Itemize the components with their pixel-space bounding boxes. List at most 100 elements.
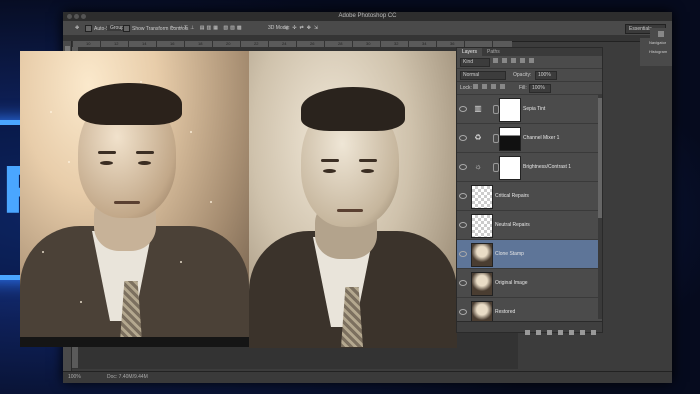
fill-input[interactable]: 100% (529, 84, 551, 93)
mouth (114, 201, 140, 204)
lock-row: Lock: Fill: 100% (457, 82, 602, 95)
adjustment-filter-icon (502, 58, 507, 63)
blend-row: Normal Opacity: 100% (457, 69, 602, 82)
torn-photo-edge (20, 337, 249, 347)
smart-object-filter-icon (529, 58, 534, 63)
left-brow (98, 151, 116, 154)
fill-label: Fill: (519, 85, 527, 91)
tab-paths[interactable]: Paths (482, 48, 505, 56)
ruler-tick-label: 36 (450, 41, 455, 46)
visibility-eye-icon[interactable] (459, 309, 467, 315)
new-group-icon[interactable] (569, 330, 574, 335)
visibility-eye-icon[interactable] (459, 193, 467, 199)
zoom-level[interactable]: 100% (68, 372, 81, 383)
dust-speck (50, 111, 52, 113)
hair (78, 83, 182, 125)
3d-mode-buttons[interactable]: ◎✣⇄✥⇲ (285, 25, 321, 31)
layer-mask[interactable] (499, 127, 521, 151)
ruler-tick-label: 24 (282, 41, 287, 46)
layer-name: Sepia Tint (523, 106, 546, 112)
ruler-tick-label: 22 (254, 41, 259, 46)
visibility-eye-icon[interactable] (459, 280, 467, 286)
visibility-eye-icon[interactable] (459, 106, 467, 112)
left-brow (321, 159, 339, 162)
layer-channel-mixer[interactable]: ♻ Channel Mixer 1 (457, 124, 602, 153)
ruler-tick-label: 30 (366, 41, 371, 46)
layer-name: Restored (495, 309, 516, 315)
dust-speck (180, 261, 182, 263)
layers-scrollbar[interactable] (598, 94, 602, 319)
window-title: Adobe Photoshop CC (338, 13, 397, 19)
right-brow (359, 159, 377, 162)
original-damaged-photo (20, 51, 249, 338)
adjustment-layer-icon[interactable] (558, 330, 563, 335)
ruler-tick-label: 26 (310, 41, 315, 46)
link-layers-icon[interactable] (525, 330, 530, 335)
ruler-tick-label: 32 (394, 41, 399, 46)
layer-mask[interactable] (499, 156, 521, 180)
navigator-panel-tab[interactable]: Navigator (640, 38, 672, 47)
lock-image-icon (482, 84, 487, 89)
layer-mask[interactable] (499, 98, 521, 122)
lock-all-icon (500, 84, 505, 89)
dust-speck (210, 201, 212, 203)
ruler-tick-label: 18 (198, 41, 203, 46)
layer-thumbnail (471, 243, 493, 267)
layer-name: Original Image (495, 280, 528, 286)
left-eye (323, 169, 336, 173)
visibility-eye-icon[interactable] (459, 222, 467, 228)
layer-critical-repairs[interactable]: Critical Repairs (457, 182, 602, 211)
ruler-tick-label: 14 (142, 41, 147, 46)
hair (301, 87, 405, 131)
dust-speck (42, 251, 44, 253)
blend-mode-dropdown[interactable]: Normal (460, 71, 506, 80)
lock-position-icon (491, 84, 496, 89)
layer-thumbnail (471, 272, 493, 296)
layer-name: Brightness/Contrast 1 (523, 164, 572, 170)
layers-panel-footer (457, 321, 602, 335)
visibility-eye-icon[interactable] (459, 251, 467, 257)
trash-icon[interactable] (591, 330, 596, 335)
left-eye (100, 161, 113, 165)
opacity-input[interactable]: 100% (535, 71, 557, 80)
opacity-label: Opacity: (513, 72, 532, 78)
type-filter-icon (511, 58, 516, 63)
layer-neutral-repairs[interactable]: Neutral Repairs (457, 211, 602, 240)
dust-speck (68, 161, 70, 163)
layer-style-icon[interactable] (536, 330, 541, 335)
history-panel-icon[interactable] (658, 31, 664, 37)
ruler-tick-label: 34 (422, 41, 427, 46)
right-brow (136, 151, 154, 154)
lock-icons[interactable] (473, 84, 509, 91)
layer-clone-stamp[interactable]: Clone Stamp (457, 240, 602, 269)
layer-sepia-tint[interactable]: ▥ Sepia Tint (457, 95, 602, 124)
ruler-tick-label: 20 (226, 41, 231, 46)
layer-thumbnail (471, 185, 493, 209)
layer-brightness-contrast[interactable]: ☼ Brightness/Contrast 1 (457, 153, 602, 182)
layer-name: Channel Mixer 1 (523, 135, 560, 141)
add-mask-icon[interactable] (547, 330, 552, 335)
status-bar: 100% Doc: 7.40M/9.44M (63, 371, 672, 383)
ruler-tick-label: 12 (114, 41, 119, 46)
visibility-eye-icon[interactable] (459, 135, 467, 141)
document-size[interactable]: Doc: 7.40M/9.44M (107, 372, 148, 383)
brightness-icon: ☼ (474, 162, 482, 171)
align-buttons[interactable]: ⊢⊣⊤⊥ ▤▥▦ ▧▨▩ (171, 25, 244, 31)
right-eye (138, 161, 151, 165)
layers-panel: Layers Paths Kind Normal Opacity: 100% Lo… (456, 47, 603, 335)
tab-layers[interactable]: Layers (457, 48, 483, 56)
layer-name: Neutral Repairs (495, 222, 530, 228)
mouth (337, 209, 363, 212)
histogram-panel-tab[interactable]: Histogram (640, 47, 672, 56)
dust-speck (80, 301, 82, 303)
new-layer-icon[interactable] (580, 330, 585, 335)
filter-kind-dropdown[interactable]: Kind (460, 58, 490, 67)
move-tool-icon[interactable]: ✥ (75, 25, 79, 31)
layer-name: Clone Stamp (495, 251, 524, 257)
layer-name: Critical Repairs (495, 193, 529, 199)
layer-original-image[interactable]: Original Image (457, 269, 602, 298)
filter-icons[interactable] (493, 58, 538, 65)
visibility-eye-icon[interactable] (459, 164, 467, 170)
mini-panel-stack: Navigator Histogram (640, 38, 672, 66)
shape-filter-icon (520, 58, 525, 63)
